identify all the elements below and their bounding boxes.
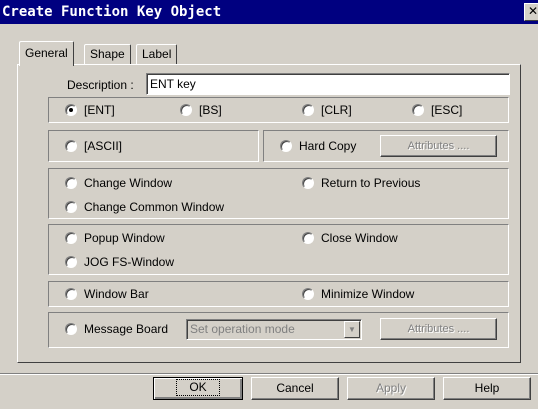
- radio-icon: [65, 288, 77, 300]
- radio-bs[interactable]: [BS]: [180, 103, 222, 117]
- apply-button[interactable]: Apply: [347, 377, 435, 400]
- radio-clr[interactable]: [CLR]: [302, 103, 352, 117]
- radio-label: Change Window: [84, 176, 173, 190]
- radio-icon: [65, 104, 77, 116]
- radio-ascii[interactable]: [ASCII]: [65, 139, 122, 153]
- cancel-button[interactable]: Cancel: [251, 377, 339, 400]
- radio-popup-window[interactable]: Popup Window: [65, 231, 165, 245]
- radio-label: JOG FS-Window: [84, 255, 175, 269]
- radio-esc[interactable]: [ESC]: [412, 103, 462, 117]
- radio-minimize-window[interactable]: Minimize Window: [302, 287, 414, 301]
- description-label: Description :: [67, 78, 134, 92]
- footer-divider-highlight: [0, 374, 538, 375]
- radio-jog-fs-window[interactable]: JOG FS-Window: [65, 255, 174, 269]
- tab-label: General: [25, 46, 68, 60]
- radio-icon: [65, 140, 77, 152]
- radio-label: Message Board: [84, 322, 169, 336]
- radio-label: Minimize Window: [321, 287, 415, 301]
- radio-label: Window Bar: [84, 287, 149, 301]
- radio-label: Popup Window: [84, 231, 165, 245]
- radio-icon: [302, 288, 314, 300]
- radio-message-board[interactable]: Message Board: [65, 322, 168, 336]
- window-title: Create Function Key Object: [2, 4, 222, 20]
- help-button[interactable]: Help: [443, 377, 531, 400]
- radio-icon: [280, 140, 292, 152]
- radio-close-window[interactable]: Close Window: [302, 231, 398, 245]
- close-icon[interactable]: ✕: [524, 3, 538, 21]
- radio-change-common-window[interactable]: Change Common Window: [65, 200, 224, 214]
- radio-label: Change Common Window: [84, 200, 225, 214]
- radio-label: [ASCII]: [84, 139, 123, 153]
- title-bar: Create Function Key Object ✕: [0, 0, 538, 24]
- radio-label: Close Window: [321, 231, 398, 245]
- ok-label: OK: [176, 379, 220, 396]
- radio-icon: [65, 232, 77, 244]
- radio-return-to-previous[interactable]: Return to Previous: [302, 176, 420, 190]
- radio-icon: [412, 104, 424, 116]
- radio-icon: [180, 104, 192, 116]
- radio-label: Hard Copy: [299, 139, 357, 153]
- tab-label[interactable]: Label: [136, 44, 178, 64]
- tab-label: Label: [142, 47, 172, 61]
- message-board-attributes-button[interactable]: Attributes ....: [380, 318, 497, 340]
- ok-button[interactable]: OK: [153, 377, 243, 400]
- select-value: Set operation mode: [190, 322, 295, 336]
- radio-icon: [302, 104, 314, 116]
- tab-label: Shape: [90, 47, 125, 61]
- radio-icon: [65, 177, 77, 189]
- hardcopy-attributes-button[interactable]: Attributes ....: [380, 135, 497, 157]
- radio-icon: [302, 232, 314, 244]
- tab-general[interactable]: General: [19, 41, 74, 66]
- description-input[interactable]: ENT key: [146, 73, 510, 95]
- chevron-down-icon[interactable]: ▼: [344, 321, 360, 338]
- radio-change-window[interactable]: Change Window: [65, 176, 172, 190]
- radio-icon: [65, 201, 77, 213]
- radio-label: [ENT]: [84, 103, 115, 117]
- radio-label: [BS]: [199, 103, 222, 117]
- radio-icon: [65, 323, 77, 335]
- tab-shape[interactable]: Shape: [84, 44, 131, 64]
- radio-icon: [65, 256, 77, 268]
- radio-ent[interactable]: [ENT]: [65, 103, 115, 117]
- radio-hard-copy[interactable]: Hard Copy: [280, 139, 356, 153]
- radio-label: [ESC]: [431, 103, 463, 117]
- radio-label: [CLR]: [321, 103, 352, 117]
- radio-icon: [302, 177, 314, 189]
- radio-window-bar[interactable]: Window Bar: [65, 287, 149, 301]
- operation-mode-select[interactable]: Set operation mode ▼: [186, 319, 362, 340]
- radio-label: Return to Previous: [321, 176, 421, 190]
